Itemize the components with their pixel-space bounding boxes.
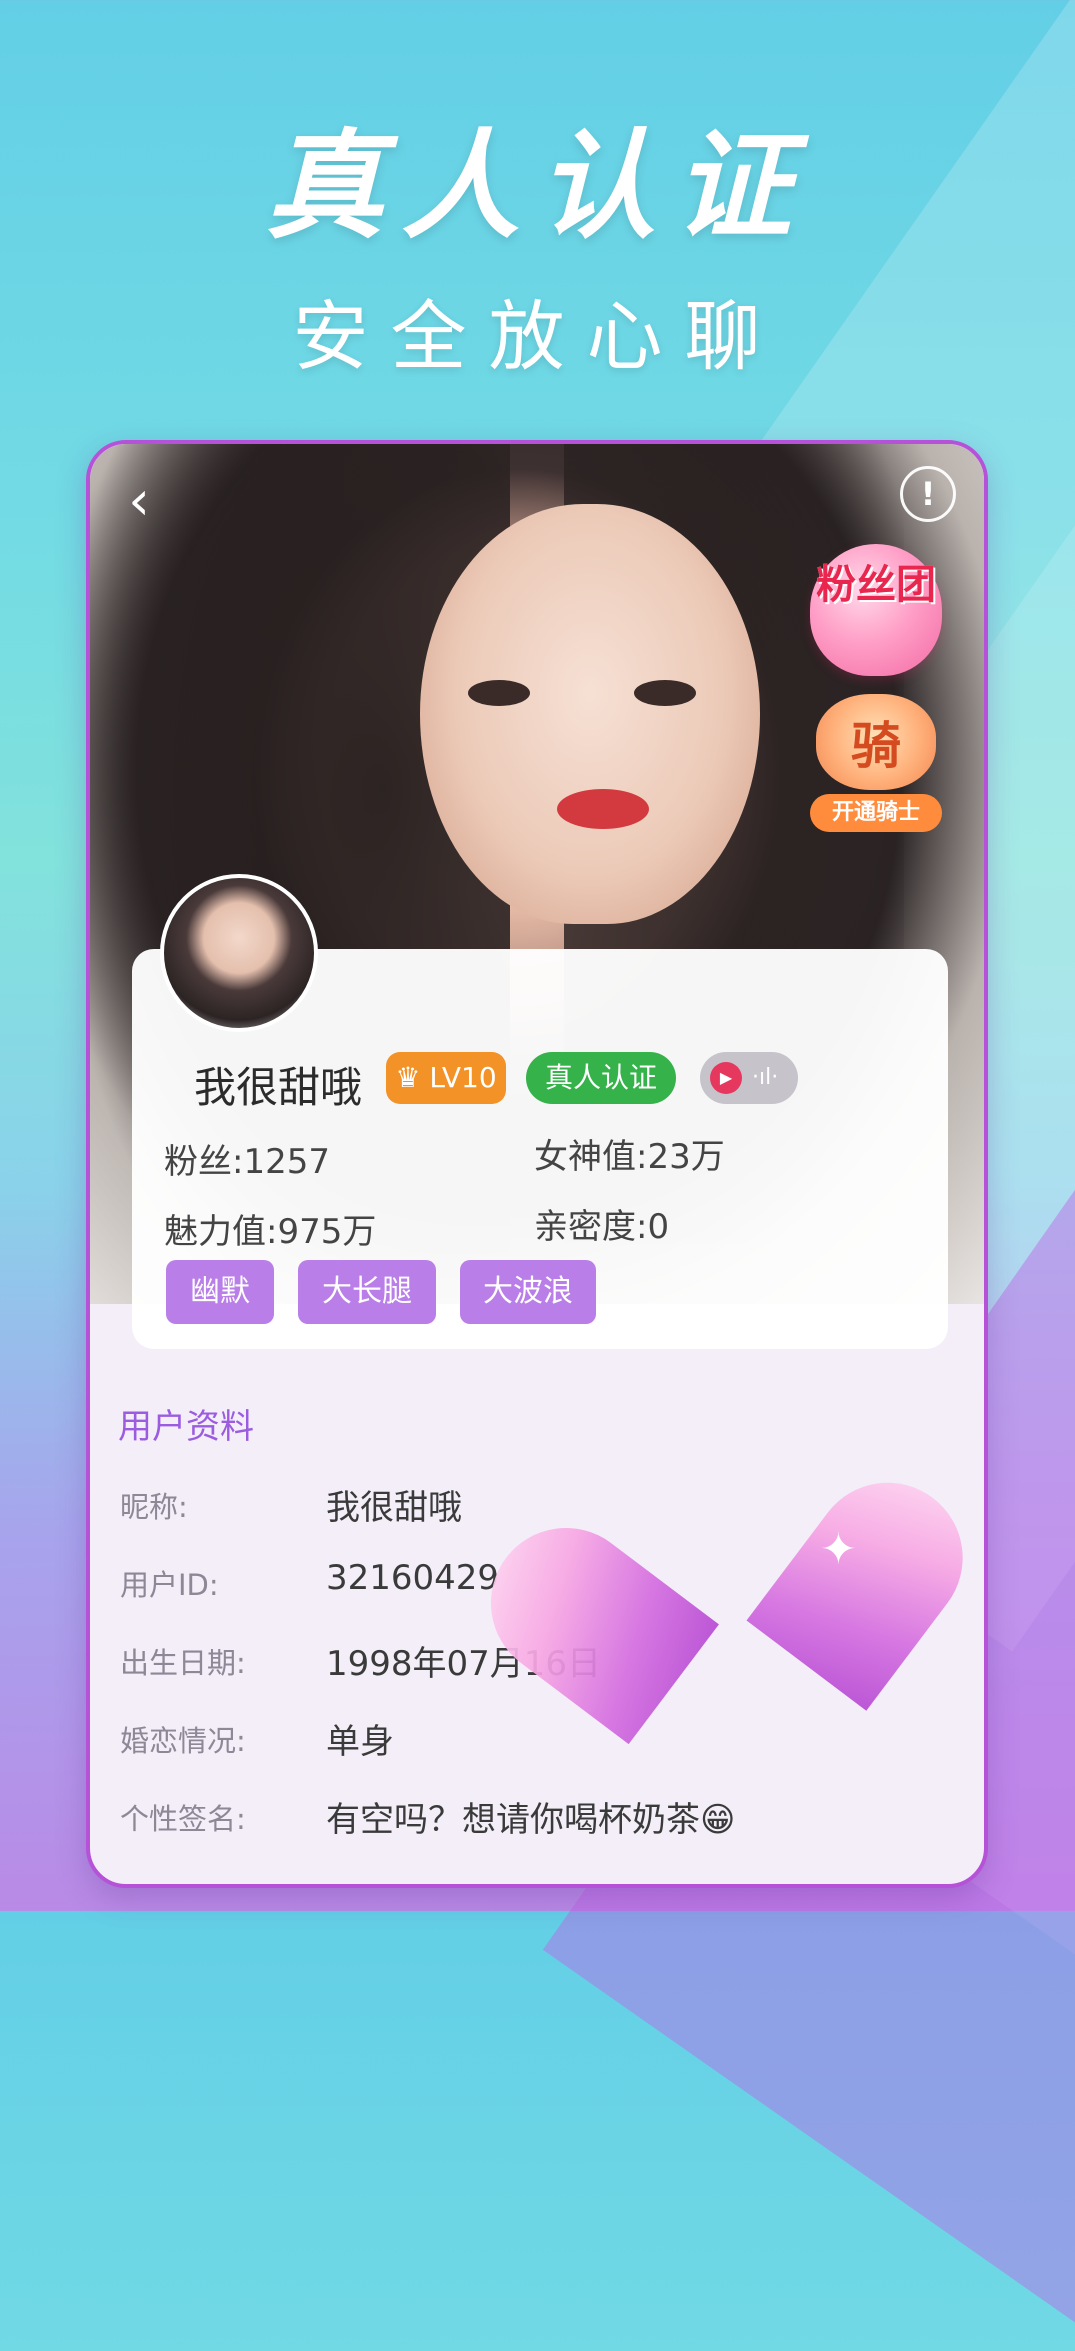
field-label: 昵称:	[120, 1490, 188, 1524]
chevron-left-icon: ‹	[128, 469, 150, 532]
stat-charm: 魅力值:975万	[164, 1212, 377, 1252]
knight-badge[interactable]: 骑 开通骑士	[806, 694, 946, 834]
open-knight-label: 开通骑士	[810, 794, 942, 832]
field-value: 单身	[326, 1722, 394, 1762]
sparkle-icon: ✦	[820, 1524, 857, 1575]
user-info-title: 用户资料	[118, 1407, 254, 1447]
fan-group-label: 粉丝团	[816, 562, 936, 608]
exclamation-circle-icon: !	[920, 475, 936, 513]
tag-chip: 大波浪	[460, 1260, 596, 1324]
profile-phone-mockup: ‹ ! 粉丝团 骑 开通骑士 我很甜哦 ♛ LV10 真人认证 ▶ ·ıl· 粉…	[86, 440, 988, 1888]
photo-lips	[557, 789, 649, 829]
photo-eye	[468, 680, 530, 706]
field-value: 有空吗？想请你喝杯奶茶😁	[326, 1800, 736, 1840]
stat-goddess: 女神值:23万	[534, 1137, 725, 1177]
field-label: 婚恋情况:	[120, 1724, 246, 1758]
tag-chip: 幽默	[166, 1260, 274, 1324]
avatar[interactable]	[160, 874, 318, 1032]
verified-badge: 真人认证	[526, 1052, 676, 1104]
profile-name: 我很甜哦	[194, 1063, 363, 1112]
back-button[interactable]: ‹	[104, 466, 174, 536]
field-value: 我很甜哦	[326, 1488, 462, 1528]
stat-intimacy: 亲密度:0	[534, 1207, 670, 1247]
photo-eye	[634, 680, 696, 706]
voice-intro-button[interactable]: ▶ ·ıl·	[700, 1052, 798, 1104]
level-badge: ♛ LV10	[386, 1052, 506, 1104]
photo-face	[420, 504, 760, 924]
stat-fans: 粉丝:1257	[164, 1142, 330, 1182]
knight-char: 骑	[851, 717, 901, 775]
banner-headline: 真人认证	[265, 117, 810, 255]
field-label: 出生日期:	[120, 1646, 246, 1680]
play-icon: ▶	[710, 1062, 742, 1094]
field-value: 32160429	[326, 1558, 500, 1598]
report-button[interactable]: !	[900, 466, 956, 522]
field-label: 用户ID:	[120, 1568, 219, 1602]
sound-wave-icon: ·ıl·	[752, 1065, 779, 1090]
fan-group-badge[interactable]: 粉丝团	[810, 544, 942, 676]
field-label: 个性签名:	[120, 1802, 246, 1836]
tag-chip: 大长腿	[298, 1260, 436, 1324]
banner-subline: 安全放心聊	[292, 292, 783, 381]
